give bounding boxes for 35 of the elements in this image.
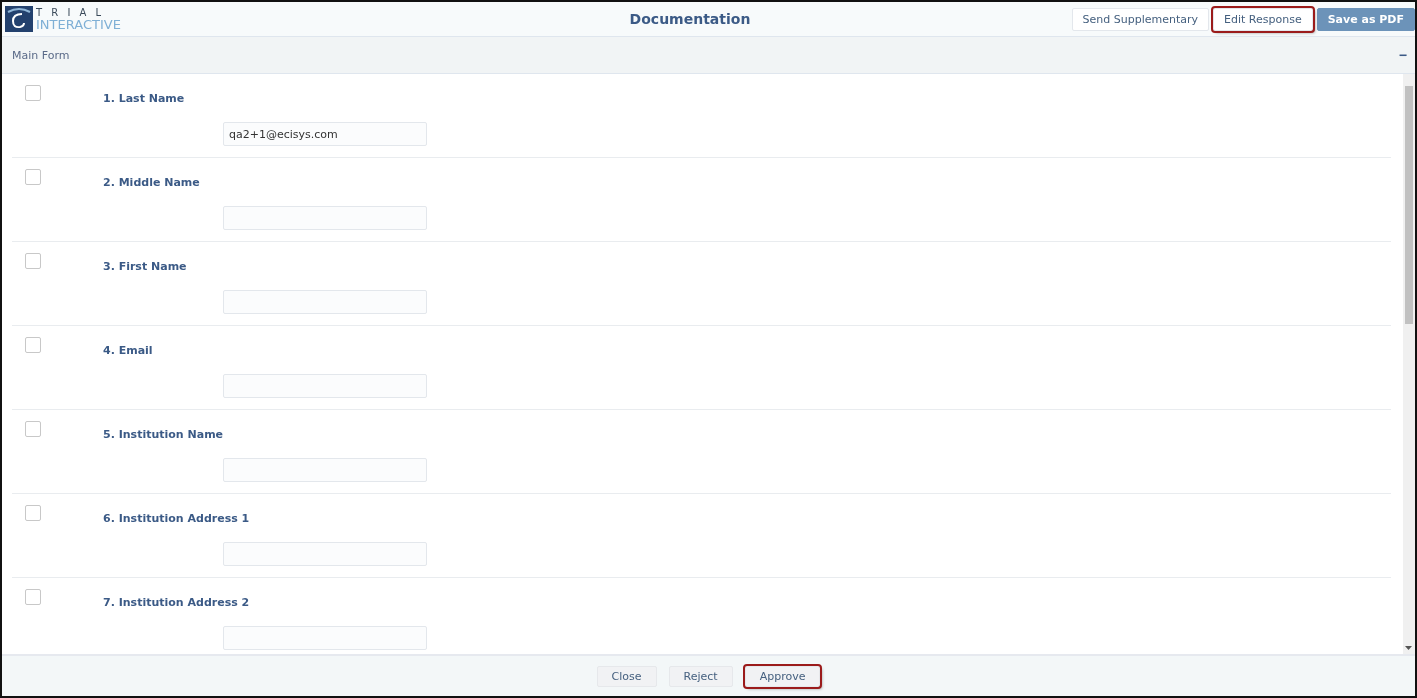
logo-wordmark-top: T R I A L (36, 7, 106, 18)
header-button[interactable]: Save as PDF (1316, 7, 1415, 31)
field-label: 4. Email (103, 344, 154, 357)
checkbox[interactable] (25, 421, 41, 437)
scroll-down-icon[interactable] (1405, 646, 1412, 650)
field-label: 6. Institution Address 1 (103, 512, 251, 525)
input-field[interactable] (223, 626, 427, 650)
logo-icon (5, 6, 33, 32)
header-button[interactable]: Send Supplementary (1071, 7, 1210, 31)
checkbox[interactable] (25, 169, 41, 185)
input-field[interactable] (223, 458, 427, 482)
field-label: 1. Last Name (103, 92, 186, 105)
collapse-button[interactable]: − (1398, 47, 1407, 63)
field-label: 7. Institution Address 2 (103, 596, 251, 609)
checkbox[interactable] (25, 589, 41, 605)
checkbox[interactable] (25, 253, 41, 269)
footer-button[interactable]: Close (596, 665, 657, 687)
input-field[interactable] (223, 374, 427, 398)
checkbox[interactable] (25, 505, 41, 521)
input-field[interactable] (223, 290, 427, 314)
logo-wordmark-bottom: INTERACTIVE (36, 17, 121, 31)
header-button[interactable]: Edit Response (1213, 7, 1313, 31)
field-label: 2. Middle Name (103, 176, 201, 189)
input-field[interactable]: qa2+1@ecisys.com (223, 122, 427, 146)
footer-button[interactable]: Reject (668, 665, 733, 687)
scrollbar[interactable] (1403, 74, 1415, 654)
window-title: Documentation (628, 11, 752, 27)
section-title: Main Form (12, 48, 70, 62)
field-label: 5. Institution Name (103, 428, 225, 441)
footer-button[interactable]: Approve (744, 665, 821, 687)
input-field[interactable] (223, 206, 427, 230)
checkbox[interactable] (25, 85, 41, 101)
checkbox[interactable] (25, 337, 41, 353)
input-field[interactable] (223, 542, 427, 566)
field-label: 3. First Name (103, 260, 188, 273)
